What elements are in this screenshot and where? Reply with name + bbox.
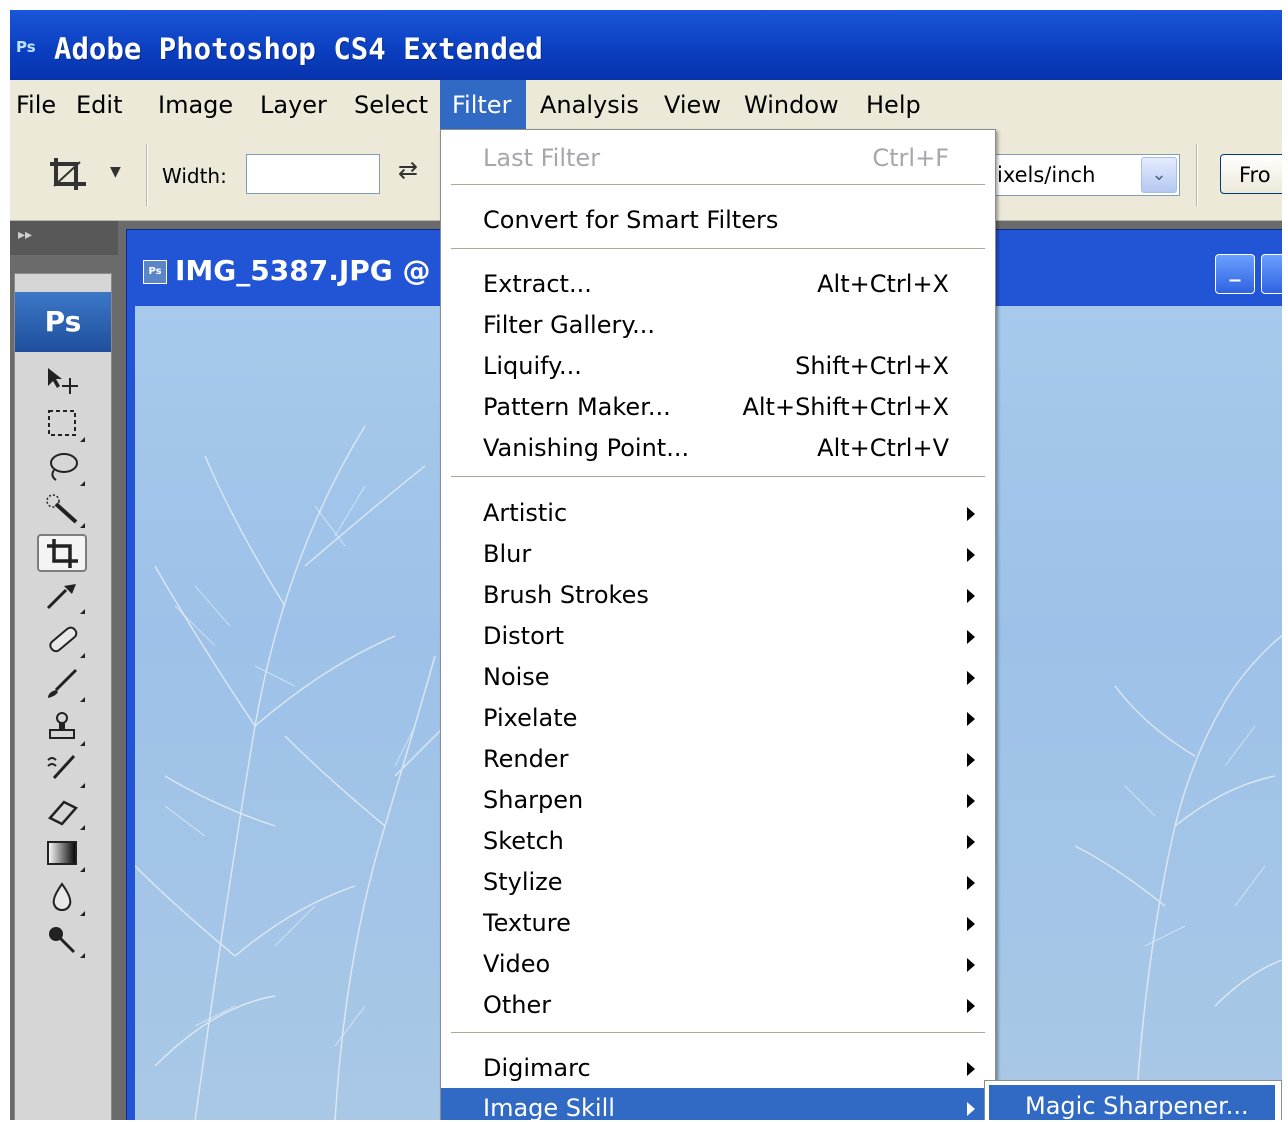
menu-item-blur[interactable]: Blur <box>441 534 995 575</box>
tool-preset-crop-icon[interactable] <box>46 154 90 202</box>
menu-item-liquify[interactable]: Liquify... Shift+Ctrl+X <box>441 346 995 387</box>
separator <box>146 144 148 206</box>
move-tool-icon[interactable] <box>37 364 87 402</box>
submenu-arrow-icon <box>967 589 975 603</box>
menu-view[interactable]: View <box>664 80 724 130</box>
maximize-button[interactable] <box>1261 254 1282 294</box>
title-bar: Ps Adobe Photoshop CS4 Extended <box>10 10 1282 80</box>
submenu-arrow-icon <box>967 507 975 521</box>
menu-analysis[interactable]: Analysis <box>540 80 640 130</box>
submenu-arrow-icon <box>967 753 975 767</box>
photoshop-window: Ps Adobe Photoshop CS4 Extended File Edi… <box>10 10 1282 1120</box>
submenu-arrow-icon <box>967 958 975 972</box>
quick-selection-tool-icon[interactable] <box>37 492 87 530</box>
menu-layer[interactable]: Layer <box>260 80 336 130</box>
submenu-arrow-icon <box>967 876 975 890</box>
blur-tool-icon[interactable] <box>37 880 87 918</box>
menu-item-extract[interactable]: Extract... Alt+Ctrl+X <box>441 264 995 305</box>
menu-item-pixelate[interactable]: Pixelate <box>441 698 995 739</box>
menu-help[interactable]: Help <box>866 80 926 130</box>
brush-tool-icon[interactable] <box>37 666 87 704</box>
menu-item-artistic[interactable]: Artistic <box>441 493 995 534</box>
menu-select[interactable]: Select <box>354 80 434 130</box>
menu-item-sharpen[interactable]: Sharpen <box>441 780 995 821</box>
menu-item-digimarc[interactable]: Digimarc <box>441 1048 995 1089</box>
width-input[interactable] <box>246 154 380 194</box>
menu-separator <box>451 1032 985 1034</box>
chevron-down-icon[interactable]: ⌄ <box>1141 157 1177 193</box>
submenu-arrow-icon <box>967 671 975 685</box>
menu-image[interactable]: Image <box>158 80 238 130</box>
menu-bar: File Edit Image Layer Select Filter Anal… <box>10 80 1282 131</box>
submenu-arrow-icon <box>967 1062 975 1076</box>
menu-edit[interactable]: Edit <box>76 80 136 130</box>
menu-item-image-skill[interactable]: Image Skill <box>441 1088 995 1120</box>
marquee-tool-icon[interactable] <box>37 406 87 444</box>
menu-item-noise[interactable]: Noise <box>441 657 995 698</box>
submenu-arrow-icon <box>967 712 975 726</box>
document-title-text: IMG_5387.JPG @ <box>175 254 431 287</box>
gradient-tool-icon[interactable] <box>37 836 87 874</box>
resolution-unit-select[interactable]: ixels/inch ⌄ <box>988 154 1180 196</box>
tool-preset-dropdown-icon[interactable]: ▼ <box>110 164 121 180</box>
menu-item-sketch[interactable]: Sketch <box>441 821 995 862</box>
width-label: Width: <box>162 164 227 188</box>
submenu-arrow-icon <box>967 835 975 849</box>
healing-brush-tool-icon[interactable] <box>37 622 87 660</box>
menu-item-vanishing-point[interactable]: Vanishing Point... Alt+Ctrl+V <box>441 428 995 469</box>
submenu-arrow-icon <box>967 917 975 931</box>
menu-separator <box>451 184 985 186</box>
app-icon: Ps <box>16 38 36 56</box>
menu-item-render[interactable]: Render <box>441 739 995 780</box>
clone-stamp-tool-icon[interactable] <box>37 710 87 748</box>
menu-item-filter-gallery[interactable]: Filter Gallery... <box>441 305 995 346</box>
history-brush-tool-icon[interactable] <box>37 752 87 790</box>
swap-dimensions-icon[interactable]: ⇄ <box>398 156 418 184</box>
ps-logo: Ps <box>15 292 111 352</box>
eraser-tool-icon[interactable] <box>37 794 87 832</box>
menu-filter[interactable]: Filter <box>440 80 526 130</box>
minimize-button[interactable]: _ <box>1215 254 1255 294</box>
submenu-arrow-icon <box>967 1102 975 1116</box>
window-title: Adobe Photoshop CS4 Extended <box>54 32 543 66</box>
menu-item-texture[interactable]: Texture <box>441 903 995 944</box>
menu-item-pattern-maker[interactable]: Pattern Maker... Alt+Shift+Ctrl+X <box>441 387 995 428</box>
menu-item-last-filter[interactable]: Last Filter Ctrl+F <box>441 138 995 179</box>
image-skill-submenu: Magic Sharpener... <box>984 1080 1282 1120</box>
menu-separator <box>451 248 985 250</box>
submenu-arrow-icon <box>967 999 975 1013</box>
dodge-tool-icon[interactable] <box>37 922 87 960</box>
panel-collapse-icon[interactable]: ▸▸ <box>10 221 118 255</box>
submenu-arrow-icon <box>967 630 975 644</box>
menu-item-other[interactable]: Other <box>441 985 995 1026</box>
resolution-unit-value: ixels/inch <box>997 163 1096 187</box>
separator <box>1196 144 1198 206</box>
document-icon: Ps <box>143 260 167 284</box>
menu-file[interactable]: File <box>14 80 60 130</box>
filter-menu: Last Filter Ctrl+F Convert for Smart Fil… <box>440 129 996 1120</box>
tools-panel: Ps <box>14 273 112 1120</box>
menu-item-brush-strokes[interactable]: Brush Strokes <box>441 575 995 616</box>
eyedropper-tool-icon[interactable] <box>37 578 87 616</box>
crop-tool-icon[interactable] <box>37 534 87 572</box>
submenu-arrow-icon <box>967 794 975 808</box>
menu-item-video[interactable]: Video <box>441 944 995 985</box>
menu-item-magic-sharpener[interactable]: Magic Sharpener... <box>989 1085 1275 1120</box>
menu-item-distort[interactable]: Distort <box>441 616 995 657</box>
submenu-arrow-icon <box>967 548 975 562</box>
menu-item-convert-for-smart-filters[interactable]: Convert for Smart Filters <box>441 200 995 241</box>
document-title[interactable]: Ps IMG_5387.JPG @ <box>143 246 431 296</box>
front-image-button[interactable]: Fro <box>1220 154 1282 194</box>
menu-item-stylize[interactable]: Stylize <box>441 862 995 903</box>
menu-separator <box>451 476 985 478</box>
menu-window[interactable]: Window <box>744 80 844 130</box>
lasso-tool-icon[interactable] <box>37 450 87 488</box>
